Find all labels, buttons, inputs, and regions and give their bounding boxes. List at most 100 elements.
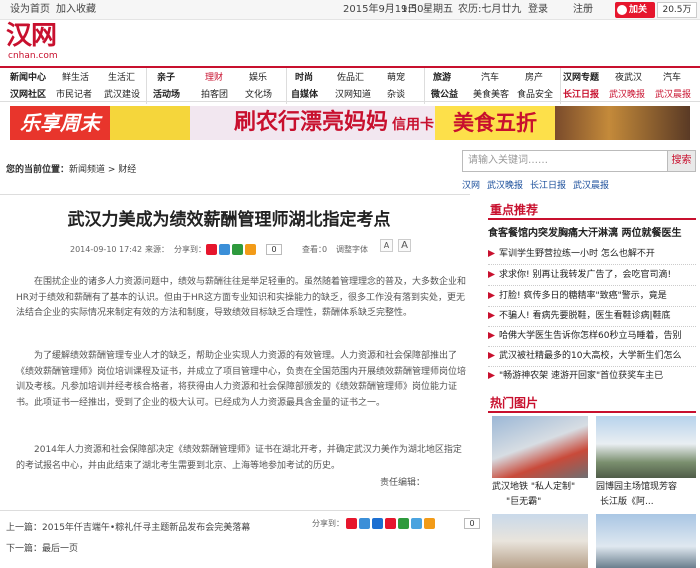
photo-caption[interactable]: "巨无霸" (506, 496, 541, 509)
douban-share-icon[interactable] (398, 518, 409, 529)
nav-item-parenting[interactable]: 亲子 (157, 72, 175, 84)
divider (488, 264, 696, 265)
arrow-icon (488, 332, 495, 339)
kaixin-share-icon[interactable] (411, 518, 422, 529)
weibo-share-icon[interactable] (346, 518, 357, 529)
article-date: 2014-09-10 17:42 (70, 245, 143, 254)
site-links: 汉网 武汉晚报 长江日报 武汉晨报 (462, 178, 616, 191)
site-link-changjiang-daily[interactable]: 长江日报 (530, 181, 566, 191)
nav-item-citizen-reporter[interactable]: 市民记者 (56, 89, 92, 101)
search-button[interactable]: 搜索 (668, 150, 696, 172)
nav-item-pets[interactable]: 萌宠 (387, 72, 405, 84)
fans-count: 20.5万 (657, 2, 697, 18)
login-link[interactable]: 登录 (528, 0, 548, 20)
nav-group-papers: 汉网专题 夜武汉 汽车 长江日报 武汉晚报 武汉晨报 (560, 68, 700, 104)
breadcrumb: 您的当前位置：新闻频道 > 财经 (6, 165, 137, 175)
nav-item-housing[interactable]: 房产 (525, 72, 543, 84)
news-item[interactable]: 打脸! 疯传多日的糖精率"致癌"警示，竟是 (488, 290, 698, 302)
top-news-link[interactable]: 食客餐馆内突发胸痛大汗淋漓 两位就餐医生 (488, 224, 698, 239)
qzone-share-icon[interactable] (219, 244, 230, 255)
nav-item-fashion[interactable]: 时尚 (295, 72, 313, 84)
news-item[interactable]: 军训学生野营拉练一小时 怎么也解不开 (488, 248, 698, 260)
nav-item-we-media[interactable]: 自媒体 (291, 89, 318, 101)
photo-subway-machine[interactable] (492, 416, 588, 478)
nav-item-entertainment[interactable]: 娱乐 (249, 72, 267, 84)
nav-item-night-wuhan[interactable]: 夜武汉 (615, 72, 642, 84)
site-logo[interactable]: 汉网 cnhan.com (6, 20, 62, 62)
nav-item-community[interactable]: 汉网社区 (10, 89, 46, 101)
more-share-icon[interactable] (245, 244, 256, 255)
renren-share-icon[interactable] (372, 518, 383, 529)
top-bar: 设为首页 加入收藏 2015年9月11日 9:50 星期五 农历:七月廿九 登录… (0, 0, 700, 31)
breadcrumb-item-news[interactable]: 新闻频道 (69, 165, 105, 175)
news-item[interactable]: "畅游神农架 速游开回家"首位获奖车主已 (488, 370, 698, 382)
nav-group-fashion: 时尚 佐品汇 萌宠 自媒体 汉网知道 杂谈 (286, 68, 424, 104)
photo-caption[interactable]: 武汉地铁 "私人定制" (492, 481, 575, 494)
nav-item-wuhan-morning[interactable]: 武汉晨报 (655, 89, 691, 101)
nav-item-talk[interactable]: 杂谈 (387, 89, 405, 101)
nav-item-events[interactable]: 活动场 (153, 89, 180, 101)
nav-item-finance[interactable]: 理财 (205, 72, 223, 84)
article-paragraph: 2014年人力资源和社会保障部决定《绩效薪酬管理师》证书在湖北开考，并确定武汉力… (16, 445, 462, 471)
banner-credit-card-text: 刷农行漂亮妈妈 信用卡 (190, 106, 435, 140)
article-paragraph: 在围扰企业的诸多人力资源问题中，绩效与薪酬往往是举足轻重的。虽然随着管理理念的普… (16, 277, 467, 318)
lunar-date: 农历:七月廿九 (458, 4, 522, 15)
nav-item-food[interactable]: 美食美客 (473, 89, 509, 101)
nav-item-photographers[interactable]: 拍客团 (201, 89, 228, 101)
nav-item-goods[interactable]: 佐品汇 (337, 72, 364, 84)
ad-banner[interactable]: 乐享周末 刷农行漂亮妈妈 信用卡 美食五折 (10, 106, 690, 140)
search-input[interactable]: 请输入关键词…… (462, 150, 668, 172)
nav-item-news-center[interactable]: 新闻中心 (10, 72, 46, 84)
nav-item-wuhan-evening[interactable]: 武汉晚报 (609, 89, 645, 101)
breadcrumb-item-finance[interactable]: 财经 (118, 165, 136, 175)
arrow-icon (488, 352, 495, 359)
banner-discount-text: 美食五折 (435, 106, 555, 140)
site-link-wuhan-morning[interactable]: 武汉晨报 (573, 181, 609, 191)
bookmark-link[interactable]: 加入收藏 (56, 0, 96, 20)
qzone-share-icon[interactable] (359, 518, 370, 529)
photo-crowd[interactable] (492, 514, 588, 568)
weibo-share-icon[interactable] (206, 244, 217, 255)
news-item[interactable]: 求求你! 别再让我转发广告了，会吃官司滴! (488, 269, 698, 281)
more-share-icon[interactable] (424, 518, 435, 529)
nav-item-culture[interactable]: 文化场 (245, 89, 272, 101)
font-increase-button[interactable]: A (398, 239, 411, 252)
weibo-icon (617, 5, 627, 15)
nav-item-construction[interactable]: 武汉建设 (104, 89, 140, 101)
weibo-follow-button[interactable]: 加关注 (615, 2, 655, 31)
logo-text: 汉网 (6, 21, 57, 51)
font-decrease-button[interactable]: A (380, 239, 393, 252)
nav-item-life[interactable]: 生活汇 (108, 72, 135, 84)
photo-caption[interactable]: 长江版《阿... (600, 496, 654, 509)
weekday: 星期五 (423, 4, 453, 15)
share-label: 分享到： (174, 245, 206, 254)
arrow-icon (488, 372, 495, 379)
set-homepage-link[interactable]: 设为首页 (10, 0, 50, 20)
article-paragraph: 为了缓解绩效薪酬管理专业人才的缺乏，帮助企业实现人力资源的有效管理。人力资源和社… (16, 351, 467, 408)
news-item[interactable]: 武汉被社精最多的10大高校，大学新生们怎么 (488, 350, 698, 362)
photo-caption[interactable]: 园博园主场馆现芳容 (596, 481, 677, 494)
article-source-label: 来源： (145, 245, 169, 254)
nav-item-travel[interactable]: 旅游 (433, 72, 451, 84)
register-link[interactable]: 注册 (573, 0, 593, 20)
news-item[interactable]: 不骗人! 看病先要脱鞋，医生看鞋诊病|鞋底 (488, 310, 698, 322)
nav-item-changjiang-daily[interactable]: 长江日报 (563, 89, 599, 101)
nav-item-fresh-life[interactable]: 鲜生活 (62, 72, 89, 84)
nav-item-auto[interactable]: 汽车 (481, 72, 499, 84)
renren-share-icon[interactable] (232, 244, 243, 255)
nav-item-topics[interactable]: 汉网专题 (563, 72, 599, 84)
photo-helicopter[interactable] (596, 514, 696, 568)
site-link-cnhan[interactable]: 汉网 (462, 181, 480, 191)
photo-expo-garden[interactable] (596, 416, 696, 478)
main-nav: 新闻中心 鲜生活 生活汇 汉网社区 市民记者 武汉建设 亲子 理财 娱乐 活动场… (0, 66, 700, 104)
prev-article: 上一篇：2015年仟吉端午•粽礼仟寻主题新品发布会完美落幕 (6, 523, 251, 533)
tqq-share-icon[interactable] (385, 518, 396, 529)
nav-item-charity[interactable]: 微公益 (431, 89, 458, 101)
nav-item-food-safety[interactable]: 食品安全 (517, 89, 553, 101)
news-item[interactable]: 哈佛大学医生告诉你怎样60秒立马睡着，告别 (488, 330, 698, 342)
nav-item-knowledge[interactable]: 汉网知道 (335, 89, 371, 101)
site-link-wuhan-evening[interactable]: 武汉晚报 (487, 181, 523, 191)
next-article-link[interactable]: 最后一页 (42, 544, 78, 554)
nav-item-auto-2[interactable]: 汽车 (663, 72, 681, 84)
prev-article-link[interactable]: 2015年仟吉端午•粽礼仟寻主题新品发布会完美落幕 (42, 523, 250, 533)
